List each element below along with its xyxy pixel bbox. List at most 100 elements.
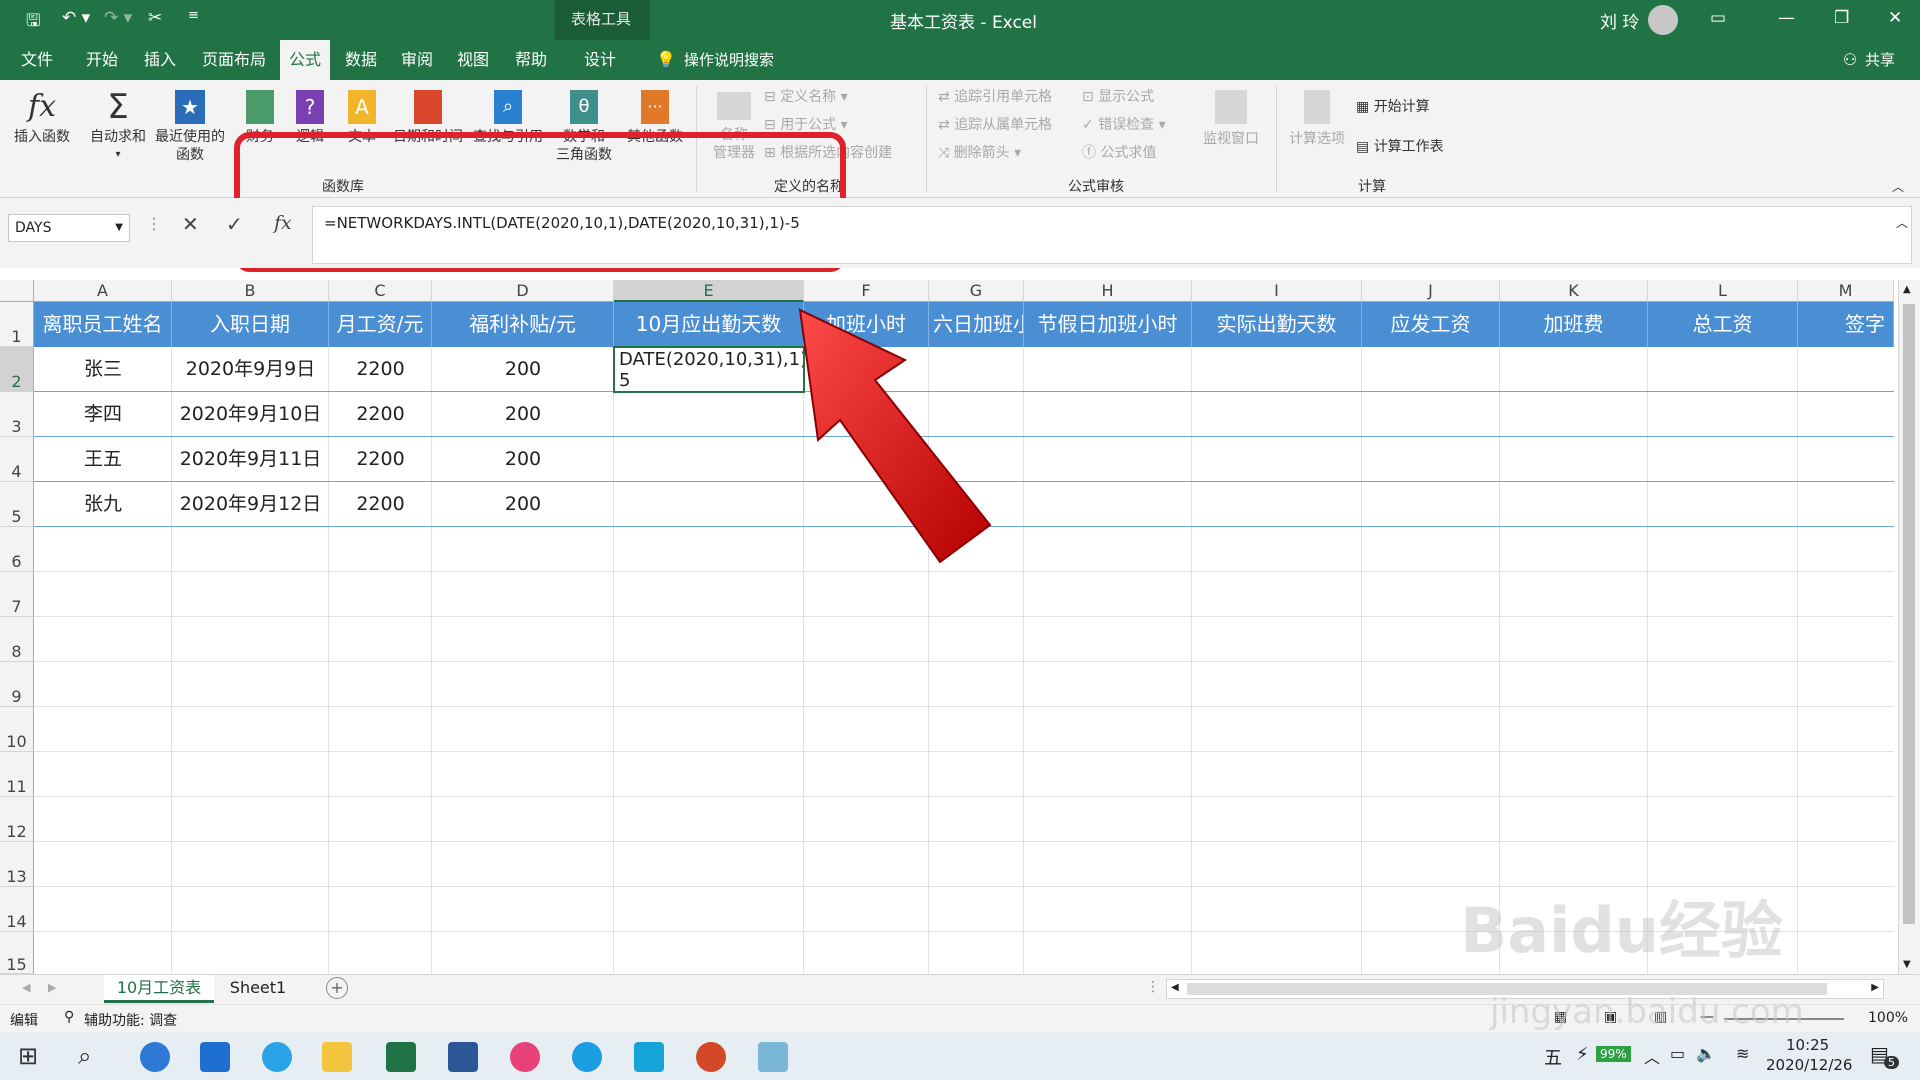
tray-up-icon[interactable]: ︿ (1644, 1044, 1660, 1068)
table-cell[interactable]: 2200 (329, 482, 432, 527)
row-header[interactable]: 7 (0, 572, 34, 617)
header-cell[interactable]: 总工资 (1648, 302, 1798, 347)
tab-formulas[interactable]: 公式 (280, 40, 330, 80)
tell-me-search[interactable]: 操作说明搜索 (684, 40, 794, 80)
ime-indicator[interactable]: 五 (1544, 1044, 1562, 1070)
insert-function-button[interactable]: fx 插入函数 (10, 86, 74, 146)
col-header-d[interactable]: D (432, 280, 614, 302)
sheet-tab[interactable]: Sheet1 (218, 975, 298, 1003)
file-explorer-icon[interactable] (322, 1042, 352, 1072)
app-icon-pen[interactable] (758, 1042, 788, 1072)
col-header-j[interactable]: J (1362, 280, 1500, 302)
scroll-up-icon[interactable]: ▲ (1903, 284, 1911, 295)
col-header-f[interactable]: F (804, 280, 929, 302)
enter-icon[interactable]: ✓ (226, 212, 243, 236)
mail-icon[interactable] (200, 1042, 230, 1072)
trace-precedents-button[interactable]: ⇄ 追踪引用单元格 (938, 88, 1052, 106)
col-header-i[interactable]: I (1192, 280, 1362, 302)
row-header[interactable]: 12 (0, 797, 34, 842)
table-cell[interactable]: 张三 (34, 347, 172, 392)
table-cell[interactable]: 2020年9月11日 (172, 437, 329, 482)
row-header[interactable]: 2 (0, 347, 34, 392)
browser-e-icon[interactable] (262, 1042, 292, 1072)
scroll-down-icon[interactable]: ▼ (1903, 959, 1911, 970)
cancel-icon[interactable]: ✕ (182, 212, 199, 236)
app-icon-blue[interactable] (634, 1042, 664, 1072)
expand-formula-icon[interactable]: ︿ (1896, 214, 1908, 231)
minimize-icon[interactable]: — (1778, 8, 1795, 28)
collapse-ribbon-icon[interactable]: ︿ (1892, 178, 1904, 196)
vertical-scrollbar[interactable]: ▲ ▼ (1898, 280, 1920, 974)
row-header[interactable]: 15 (0, 932, 34, 974)
tab-help[interactable]: 帮助 (506, 40, 556, 80)
accessibility-status[interactable]: 辅助功能: 调查 (84, 1010, 177, 1030)
row-header[interactable]: 10 (0, 707, 34, 752)
table-cell[interactable]: 李四 (34, 392, 172, 437)
qat-customize-icon[interactable]: ≡ (188, 8, 199, 23)
avatar[interactable] (1648, 5, 1678, 35)
col-header-g[interactable]: G (929, 280, 1024, 302)
tab-view[interactable]: 视图 (448, 40, 498, 80)
redo-icon[interactable]: ↷ ▾ (104, 8, 132, 28)
row-header[interactable]: 9 (0, 662, 34, 707)
restore-icon[interactable]: ❐ (1834, 8, 1849, 28)
col-header-k[interactable]: K (1500, 280, 1648, 302)
row-header[interactable]: 5 (0, 482, 34, 527)
splitter-icon[interactable]: ⋮ (1146, 979, 1160, 995)
col-header-b[interactable]: B (172, 280, 329, 302)
scroll-left-icon[interactable]: ◀ (1171, 982, 1179, 993)
scroll-thumb[interactable] (1903, 304, 1915, 924)
battery-icon[interactable]: ▭ (1670, 1044, 1685, 1063)
search-icon[interactable]: ⌕ (78, 1042, 91, 1070)
evaluate-formula-button[interactable]: ⓕ 公式求值 (1082, 144, 1156, 162)
define-name-button[interactable]: ⊟ 定义名称 ▾ (764, 88, 848, 106)
add-sheet-icon[interactable]: + (326, 977, 348, 999)
user-name[interactable]: 刘 玲 (1600, 8, 1639, 33)
excel-icon[interactable] (386, 1042, 416, 1072)
table-cell[interactable]: 200 (432, 482, 614, 527)
row-header[interactable]: 8 (0, 617, 34, 662)
tab-home[interactable]: 开始 (76, 40, 128, 80)
tab-data[interactable]: 数据 (336, 40, 386, 80)
remove-arrows-button[interactable]: ⤨ 删除箭头 ▾ (938, 144, 1021, 162)
header-cell[interactable]: 入职日期 (172, 302, 329, 347)
table-cell[interactable]: 200 (432, 437, 614, 482)
paint-icon[interactable] (510, 1042, 540, 1072)
table-cell[interactable]: 王五 (34, 437, 172, 482)
sheet-tab-active[interactable]: 10月工资表 (104, 975, 214, 1003)
word-icon[interactable] (448, 1042, 478, 1072)
share-button[interactable]: 共享 (1860, 40, 1900, 80)
calc-now-button[interactable]: ▦ 开始计算 (1356, 98, 1430, 116)
table-cell[interactable]: 2200 (329, 392, 432, 437)
name-box[interactable]: DAYS ▼ (8, 214, 130, 242)
battery-percent[interactable]: 99% (1596, 1046, 1631, 1062)
active-cell-e2[interactable]: DATE(2020,10,31),1)- 5 (613, 346, 805, 393)
header-cell[interactable]: 应发工资 (1362, 302, 1500, 347)
tab-page-layout[interactable]: 页面布局 (194, 40, 274, 80)
tab-review[interactable]: 审阅 (392, 40, 442, 80)
tab-file[interactable]: 文件 (12, 40, 62, 80)
ribbon-display-icon[interactable]: ▭ (1710, 8, 1726, 28)
app-icon-l[interactable] (140, 1042, 170, 1072)
clock-date[interactable]: 2020/12/26 (1766, 1056, 1852, 1074)
col-header-c[interactable]: C (329, 280, 432, 302)
row-header[interactable]: 4 (0, 437, 34, 482)
save-icon[interactable]: 🖫 (26, 8, 40, 37)
table-cell[interactable]: 2200 (329, 347, 432, 392)
scroll-right-icon[interactable]: ▶ (1871, 982, 1879, 993)
row-header[interactable]: 6 (0, 527, 34, 572)
windows-start-icon[interactable]: ⊞ (18, 1042, 38, 1070)
table-cell[interactable]: 200 (432, 392, 614, 437)
row-header[interactable]: 1 (0, 302, 34, 347)
table-cell[interactable]: 张九 (34, 482, 172, 527)
header-cell[interactable]: 离职员工姓名 (34, 302, 172, 347)
col-header-a[interactable]: A (34, 280, 172, 302)
cut-icon[interactable]: ✂ (148, 8, 162, 28)
show-formulas-button[interactable]: ⊡ 显示公式 (1082, 88, 1154, 106)
watch-window-button[interactable]: 监视窗口 (1198, 86, 1264, 148)
header-cell[interactable]: 10月应出勤天数 (614, 302, 804, 347)
col-header-e[interactable]: E (614, 280, 804, 302)
zoom-level[interactable]: 100% (1868, 1010, 1908, 1026)
select-all-corner[interactable] (0, 280, 34, 302)
calc-options-button[interactable]: 计算选项 (1284, 86, 1350, 148)
